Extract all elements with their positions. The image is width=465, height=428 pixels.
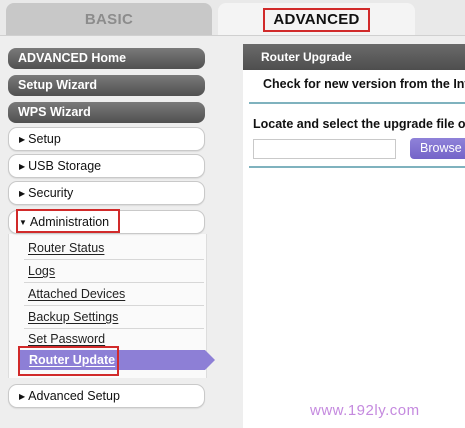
expand-triangle-icon: ▶ <box>19 135 26 144</box>
tab-basic[interactable]: BASIC <box>6 3 212 36</box>
divider <box>24 259 204 260</box>
nav-section-security[interactable]: ▶ Security <box>8 181 205 205</box>
nav-item-router-status[interactable]: Router Status <box>28 241 104 255</box>
nav-item-backup-settings[interactable]: Backup Settings <box>28 310 118 324</box>
divider <box>24 305 204 306</box>
expand-triangle-icon: ▶ <box>19 162 26 171</box>
nav-section-setup-label: Setup <box>28 132 61 146</box>
divider <box>249 166 465 168</box>
expand-triangle-icon: ▶ <box>19 189 26 198</box>
nav-wps-wizard-button[interactable]: WPS Wizard <box>8 102 205 123</box>
panel-title: Router Upgrade <box>243 44 465 70</box>
divider <box>24 282 204 283</box>
active-pointer-arrow-icon <box>205 350 215 370</box>
check-new-version-text: Check for new version from the Inte <box>263 77 465 91</box>
browse-button[interactable]: Browse <box>410 138 465 159</box>
locate-file-text: Locate and select the upgrade file or <box>253 117 465 131</box>
nav-section-setup[interactable]: ▶ Setup <box>8 127 205 151</box>
nav-item-attached-devices[interactable]: Attached Devices <box>28 287 125 301</box>
nav-section-advanced-setup[interactable]: ▶ Advanced Setup <box>8 384 205 408</box>
expand-triangle-icon: ▶ <box>19 392 26 401</box>
nav-advanced-home-button[interactable]: ADVANCED Home <box>8 48 205 69</box>
tab-basic-label: BASIC <box>84 11 134 28</box>
divider <box>249 102 465 104</box>
nav-section-usb-storage-label: USB Storage <box>28 159 102 173</box>
nav-section-security-label: Security <box>28 186 74 200</box>
divider <box>24 328 204 329</box>
administration-highlight-box <box>16 209 120 233</box>
watermark-text: www.192ly.com <box>310 402 420 419</box>
upgrade-file-input[interactable] <box>253 139 396 159</box>
tab-advanced-label: ADVANCED <box>263 7 370 32</box>
router-upgrade-panel: Router Upgrade Check for new version fro… <box>243 44 465 428</box>
nav-section-usb-storage[interactable]: ▶ USB Storage <box>8 154 205 178</box>
router-update-highlight-box <box>18 346 119 376</box>
nav-item-logs[interactable]: Logs <box>28 264 55 278</box>
nav-setup-wizard-button[interactable]: Setup Wizard <box>8 75 205 96</box>
tab-advanced[interactable]: ADVANCED <box>218 3 415 36</box>
nav-section-advanced-setup-label: Advanced Setup <box>28 389 120 403</box>
nav-item-set-password[interactable]: Set Password <box>28 332 105 346</box>
top-tab-bar: BASIC ADVANCED <box>0 0 465 36</box>
